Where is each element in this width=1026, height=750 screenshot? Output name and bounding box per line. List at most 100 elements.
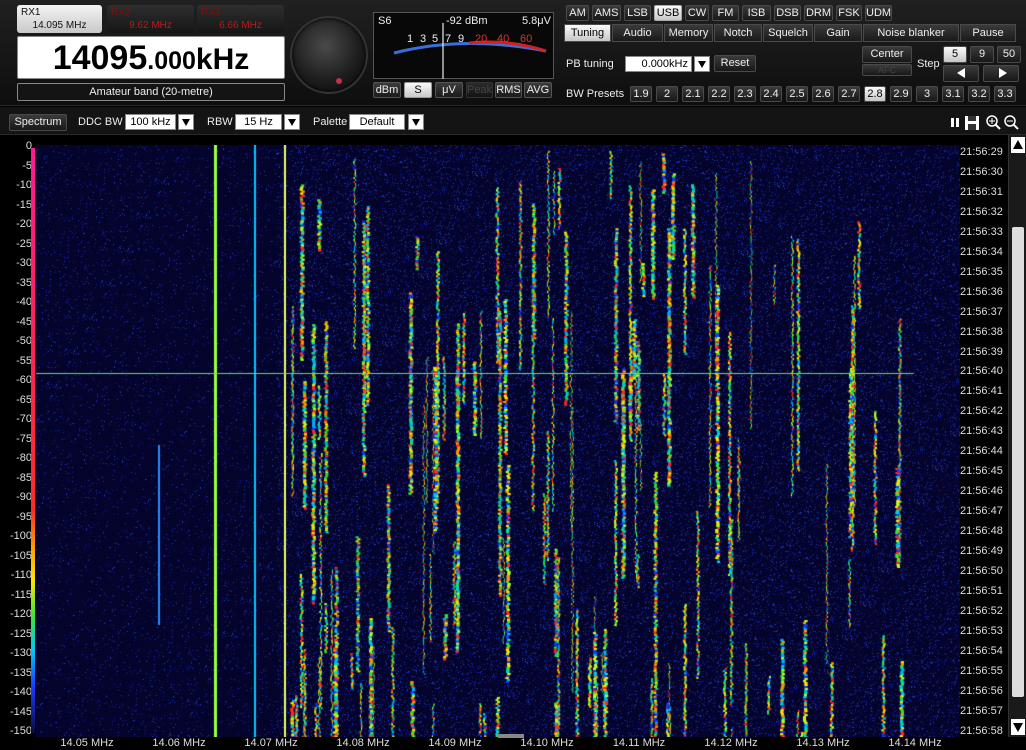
mode-ams-button[interactable]: AMS (592, 5, 621, 21)
level-tick-label: -15 (16, 198, 32, 211)
bw-preset-3[interactable]: 3 (916, 86, 938, 102)
pause-icon[interactable] (951, 118, 959, 127)
mode-cw-button[interactable]: CW (685, 5, 709, 21)
scrollbar-thumb[interactable] (1012, 227, 1024, 697)
s-meter: S6 -92 dBm 5.8μV 1 3 5 7 9 20 40 60 (373, 12, 554, 79)
tab-audio[interactable]: Audio (612, 24, 663, 42)
bw-preset-3-1[interactable]: 3.1 (942, 86, 964, 102)
pb-tuning-dropdown-icon[interactable] (694, 56, 710, 72)
meter-peak-button[interactable]: Peak (466, 82, 493, 98)
mode-lsb-button[interactable]: LSB (624, 5, 651, 21)
tab-pause[interactable]: Pause (960, 24, 1016, 42)
rbw-label: RBW (207, 116, 233, 128)
meter-dbm-button[interactable]: dBm (373, 82, 401, 98)
step-down-button[interactable] (943, 65, 979, 82)
level-tick-label: -50 (16, 335, 32, 347)
save-icon[interactable] (965, 116, 979, 130)
mode-fsk-button[interactable]: FSK (836, 5, 862, 21)
level-colorbar (31, 148, 35, 733)
time-tick-label: 21:56:32 (960, 205, 1003, 218)
tuning-knob[interactable] (290, 16, 368, 94)
tab-memory[interactable]: Memory (664, 24, 713, 42)
s-scale-7: 7 (445, 33, 452, 45)
meter-avg-button[interactable]: AVG (524, 82, 552, 98)
ddc-bw-select[interactable]: 100 kHz (125, 114, 176, 130)
waterfall-scrollbar[interactable] (1008, 135, 1026, 737)
palette-dropdown-icon[interactable] (408, 114, 424, 130)
frequency-tick-label: 14.14 MHz (888, 737, 942, 749)
mode-drm-button[interactable]: DRM (804, 5, 833, 21)
mode-udm-button[interactable]: UDM (865, 5, 892, 21)
bw-preset-2-5[interactable]: 2.5 (786, 86, 808, 102)
bw-preset-2[interactable]: 2 (656, 86, 678, 102)
tab-notch[interactable]: Notch (714, 24, 762, 42)
rbw-dropdown-icon[interactable] (284, 114, 300, 130)
rx2-tab-name: RX2 (111, 7, 131, 18)
s-scale-20: 20 (475, 33, 488, 45)
tab-gain[interactable]: Gain (814, 24, 862, 42)
rx1-tab-name: RX1 (21, 7, 41, 18)
mode-usb-button[interactable]: USB (654, 5, 682, 21)
scroll-down-icon[interactable] (1011, 719, 1025, 735)
meter-rms-button[interactable]: RMS (495, 82, 522, 98)
level-tick-label: -110 (10, 569, 32, 581)
level-tick-label: -90 (16, 491, 32, 503)
palette-select[interactable]: Default (349, 114, 405, 130)
step-label: Step (917, 58, 940, 70)
bw-preset-2-6[interactable]: 2.6 (812, 86, 834, 102)
bw-preset-2-9[interactable]: 2.9 (890, 86, 912, 102)
time-tick-label: 21:56:42 (960, 405, 1003, 418)
time-tick-label: 21:56:54 (960, 644, 1003, 657)
bw-preset-3-3[interactable]: 3.3 (994, 86, 1016, 102)
mode-fm-button[interactable]: FM (712, 5, 739, 21)
zoom-in-icon[interactable] (986, 115, 1001, 130)
rx2-tab[interactable]: RX2 9.62 MHz (107, 5, 194, 33)
waterfall-display[interactable] (36, 145, 960, 737)
bw-preset-3-2[interactable]: 3.2 (968, 86, 990, 102)
rx3-tab[interactable]: RX3 6.66 MHz (197, 5, 284, 33)
time-tick-label: 21:56:33 (960, 225, 1003, 238)
rx1-tab[interactable]: RX1 14.095 MHz (17, 5, 102, 33)
step-9-button[interactable]: 9 (970, 46, 994, 63)
mode-isb-button[interactable]: ISB (742, 5, 771, 21)
level-tick-label: -100 (9, 530, 32, 542)
mode-am-button[interactable]: AM (566, 5, 589, 21)
pb-reset-button[interactable]: Reset (714, 55, 756, 72)
time-tick-label: 21:56:44 (960, 445, 1003, 458)
bw-preset-2-7[interactable]: 2.7 (838, 86, 860, 102)
bw-preset-2-1[interactable]: 2.1 (682, 86, 704, 102)
tab-squelch[interactable]: Squelch (763, 24, 813, 42)
center-button[interactable]: Center (862, 46, 912, 63)
palette-label: Palette (313, 116, 348, 128)
frequency-display[interactable]: 14095.000 kHz (17, 36, 285, 79)
bw-preset-2-3[interactable]: 2.3 (734, 86, 756, 102)
level-tick-label: -85 (16, 471, 32, 484)
time-tick-label: 21:56:39 (960, 345, 1003, 358)
time-tick-label: 21:56:45 (960, 465, 1003, 478)
step-up-button[interactable] (983, 65, 1019, 82)
meter-s-button[interactable]: S (404, 82, 432, 98)
frequency-tick-label: 14.08 MHz (336, 737, 390, 749)
level-tick-label: -20 (16, 218, 32, 230)
tab-noise-blanker[interactable]: Noise blanker (863, 24, 959, 42)
mode-dsb-button[interactable]: DSB (774, 5, 801, 21)
scroll-up-icon[interactable] (1011, 137, 1025, 153)
tab-tuning[interactable]: Tuning (564, 24, 611, 42)
bw-preset-1-9[interactable]: 1.9 (630, 86, 652, 102)
meter-uv-button[interactable]: μV (435, 82, 463, 98)
bw-preset-2-4[interactable]: 2.4 (760, 86, 782, 102)
time-tick-label: 21:56:37 (960, 305, 1003, 318)
ddc-bw-dropdown-icon[interactable] (178, 114, 194, 130)
afc-button[interactable]: AFC (862, 64, 912, 76)
pb-tuning-input[interactable]: 0.000kHz (625, 56, 692, 72)
level-tick-label: -120 (9, 608, 32, 620)
time-tick-label: 21:56:29 (960, 146, 1003, 158)
step-5-button[interactable]: 5 (943, 46, 967, 63)
time-tick-label: 21:56:51 (960, 584, 1003, 597)
spectrum-button[interactable]: Spectrum (9, 114, 67, 131)
bw-preset-2-8[interactable]: 2.8 (864, 86, 886, 102)
zoom-out-icon[interactable] (1004, 115, 1019, 130)
step-50-button[interactable]: 50 (997, 46, 1021, 63)
rbw-select[interactable]: 15 Hz (235, 114, 282, 130)
bw-preset-2-2[interactable]: 2.2 (708, 86, 730, 102)
